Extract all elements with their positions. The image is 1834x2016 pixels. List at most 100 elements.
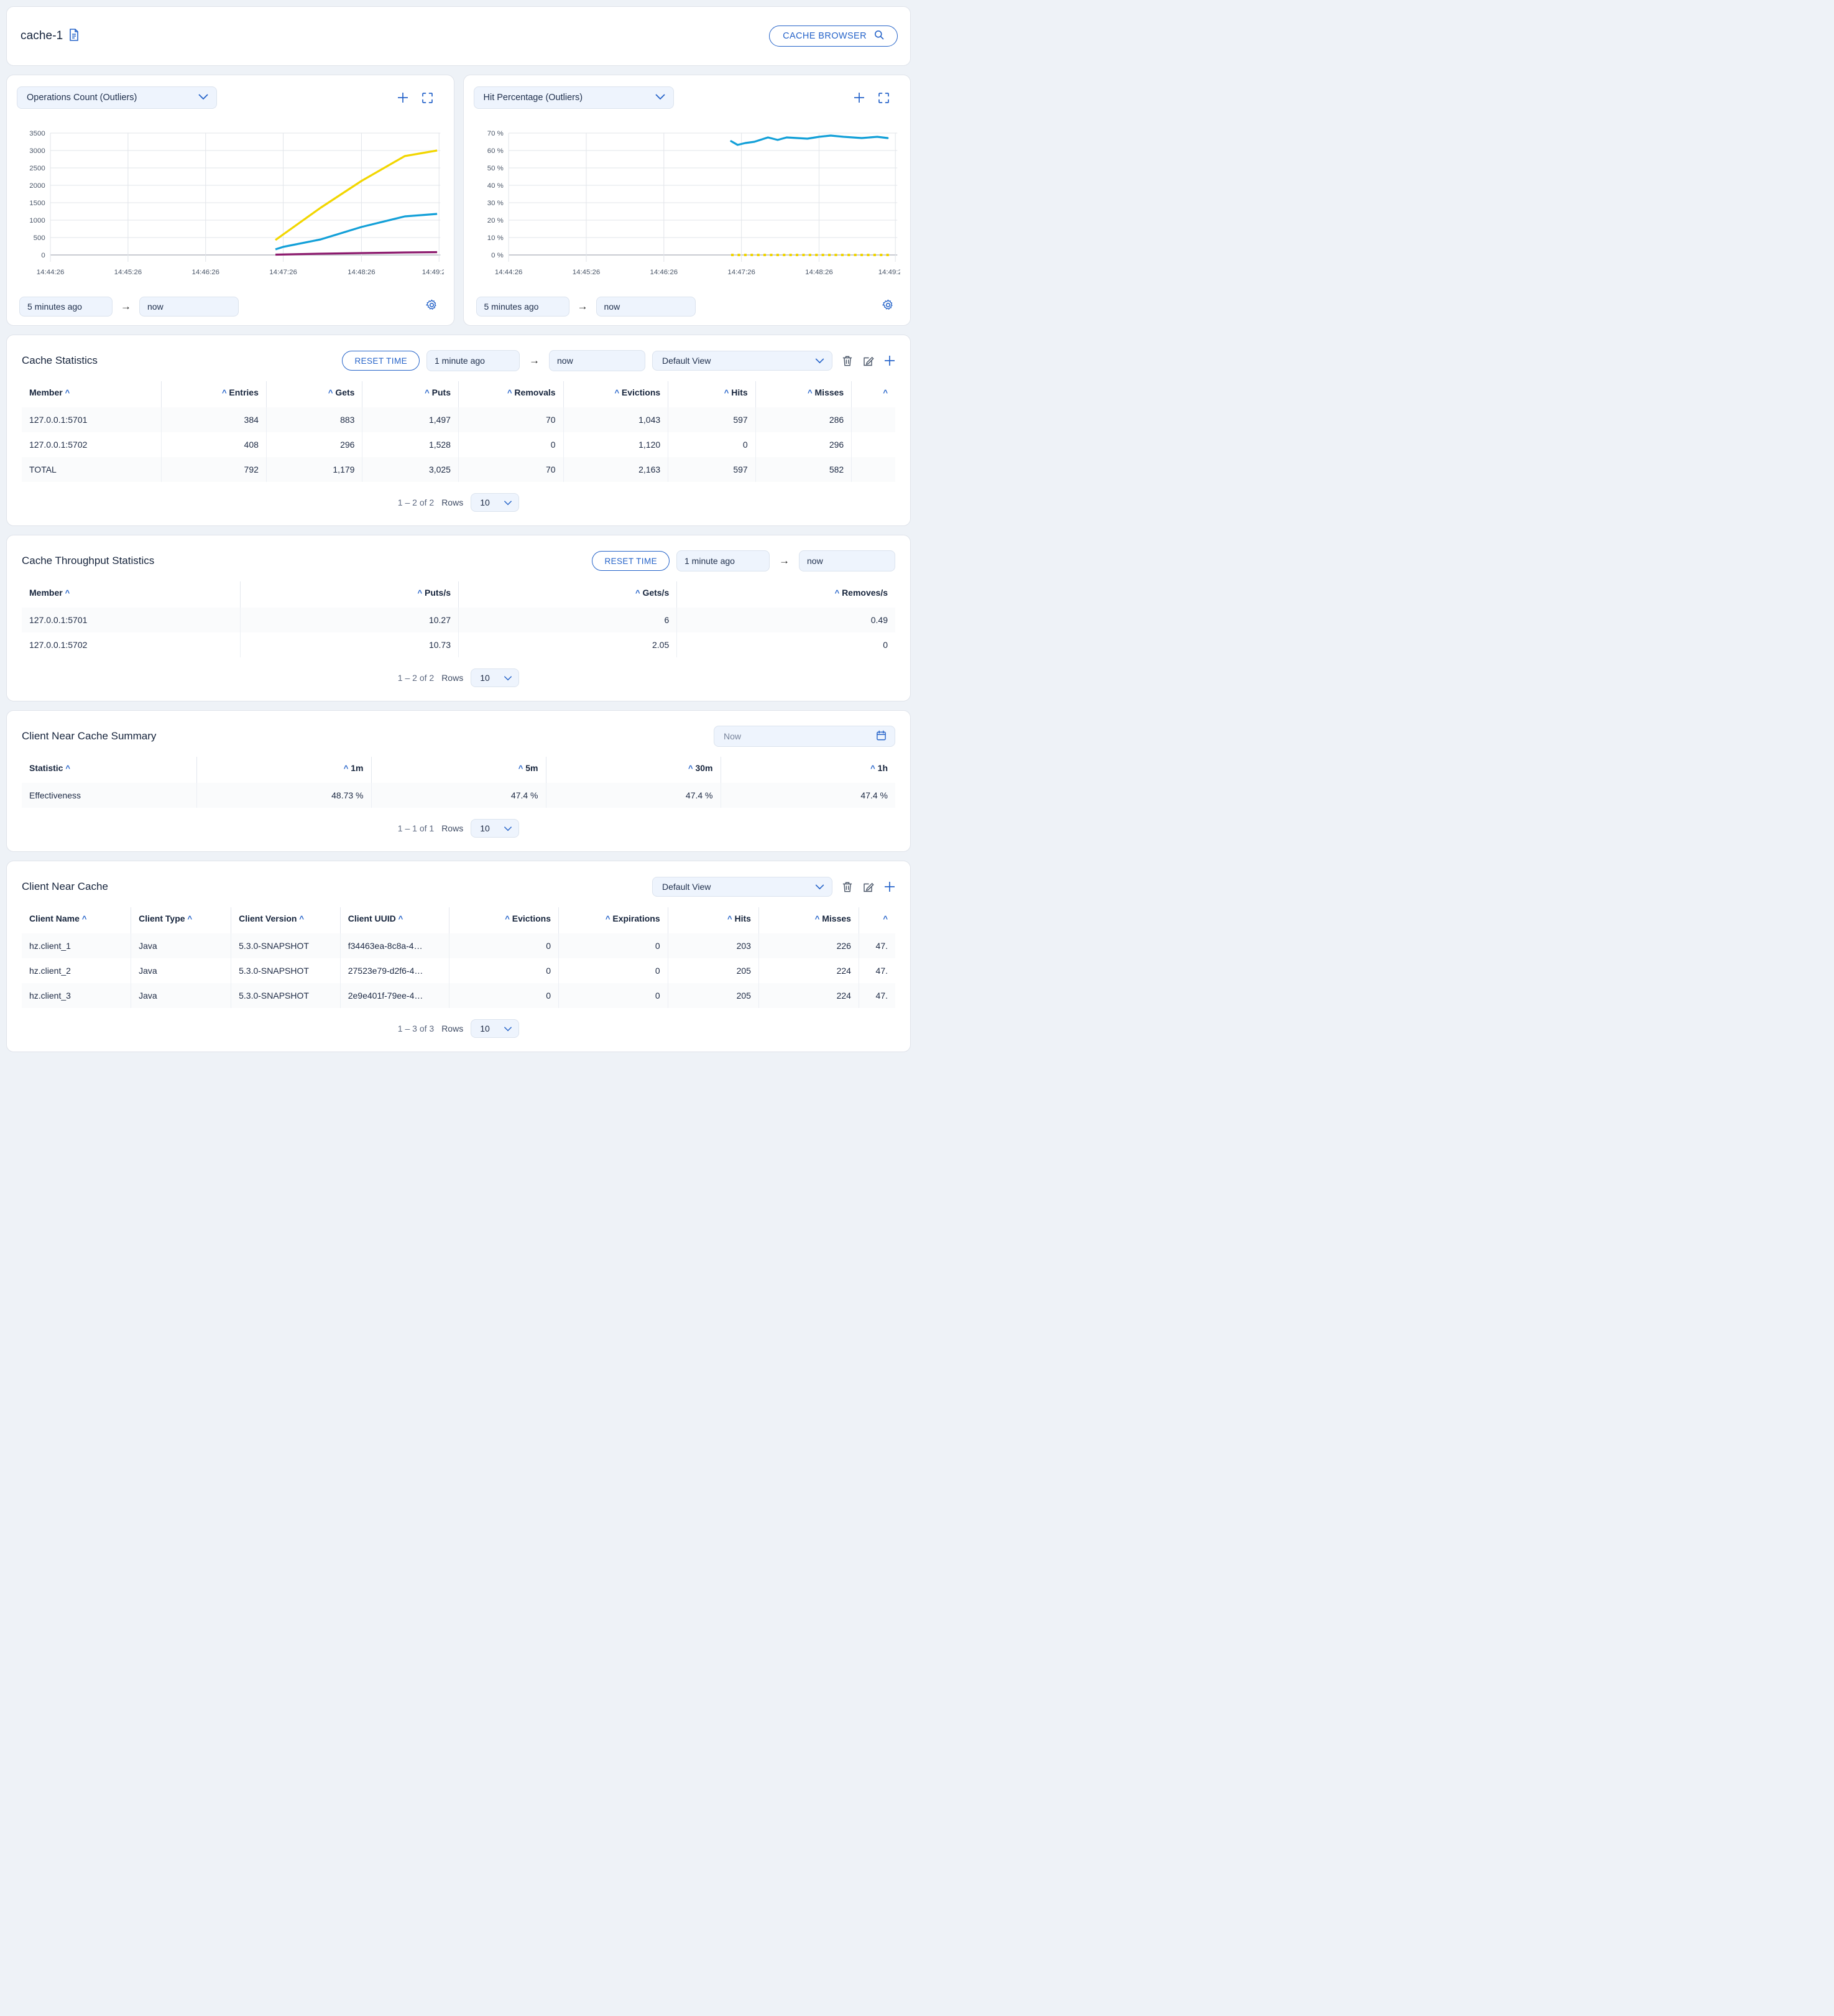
cache-browser-label: CACHE BROWSER <box>783 31 867 41</box>
rows-per-page-select[interactable]: 10 <box>471 819 520 838</box>
cell-evictions: 0 <box>449 983 559 1008</box>
fullscreen-icon[interactable] <box>422 92 433 103</box>
col-header-overflow[interactable]: ^ <box>859 907 895 933</box>
fullscreen-icon[interactable] <box>878 92 889 103</box>
col-header-client-version[interactable]: Client Version ^ <box>231 907 341 933</box>
col-header-member[interactable]: Member ^ <box>22 581 241 608</box>
trash-icon[interactable] <box>842 355 853 367</box>
hit-percentage-chart-card: Hit Percentage (Outliers) 70 % 60 % 50 %… <box>463 75 911 326</box>
cache-browser-button[interactable]: CACHE BROWSER <box>769 25 898 47</box>
document-icon <box>68 28 80 44</box>
cell-puts: 3,025 <box>362 457 459 482</box>
metric-select-hit-percentage[interactable]: Hit Percentage (Outliers) <box>473 86 674 109</box>
time-from-input[interactable]: 1 minute ago <box>676 550 770 571</box>
gear-icon[interactable] <box>882 299 894 314</box>
cell-hits: 205 <box>668 958 759 983</box>
rows-per-page-select[interactable]: 10 <box>471 493 520 512</box>
time-to-input[interactable]: now <box>549 350 645 371</box>
view-select[interactable]: Default View <box>652 351 832 371</box>
col-label: 5m <box>525 763 538 773</box>
col-header-client-uuid[interactable]: Client UUID ^ <box>340 907 450 933</box>
col-header-removals[interactable]: ^ Removals <box>458 381 564 407</box>
sort-asc-icon: ^ <box>328 388 333 397</box>
table-header-row: Client Name ^ Client Type ^ Client Versi… <box>22 907 895 933</box>
rows-per-page-select[interactable]: 10 <box>471 668 520 687</box>
col-label: Client Type <box>139 913 185 923</box>
edit-icon[interactable] <box>863 881 874 893</box>
col-header-expirations[interactable]: ^ Expirations <box>558 907 668 933</box>
trash-icon[interactable] <box>842 881 853 893</box>
col-header-entries[interactable]: ^ Entries <box>161 381 267 407</box>
col-header-hits[interactable]: ^ Hits <box>668 381 756 407</box>
cell-expirations: 0 <box>558 983 668 1008</box>
col-header-5m[interactable]: ^ 5m <box>371 757 546 783</box>
cell-misses: 296 <box>755 432 852 457</box>
sort-asc-icon: ^ <box>605 914 611 923</box>
col-header-gets-per-second[interactable]: ^ Gets/s <box>458 581 678 608</box>
svg-text:14:47:26: 14:47:26 <box>727 269 755 276</box>
col-header-gets[interactable]: ^ Gets <box>266 381 363 407</box>
col-header-statistic[interactable]: Statistic ^ <box>22 757 197 783</box>
reset-time-button[interactable]: RESET TIME <box>342 351 420 371</box>
col-header-client-type[interactable]: Client Type ^ <box>131 907 232 933</box>
col-header-hits[interactable]: ^ Hits <box>668 907 759 933</box>
search-icon <box>874 30 884 42</box>
col-label: Misses <box>814 387 844 397</box>
col-header-misses[interactable]: ^ Misses <box>758 907 859 933</box>
time-to-input[interactable]: now <box>139 297 239 317</box>
time-from-input[interactable]: 1 minute ago <box>426 350 520 371</box>
chevron-down-icon <box>504 497 512 507</box>
cell-member: 127.0.0.1:5701 <box>22 407 162 432</box>
rows-per-page-value: 10 <box>480 1024 490 1033</box>
cell-overflow: 47. <box>875 941 888 951</box>
col-header-30m[interactable]: ^ 30m <box>546 757 721 783</box>
gear-icon[interactable] <box>425 299 438 314</box>
sort-asc-icon: ^ <box>808 388 813 397</box>
cell-evictions: 2,163 <box>563 457 669 482</box>
cell-hits: 597 <box>668 457 756 482</box>
cell-member: 127.0.0.1:5702 <box>22 632 241 657</box>
col-header-client-name[interactable]: Client Name ^ <box>22 907 132 933</box>
time-to-input[interactable]: now <box>799 550 895 571</box>
plus-icon[interactable] <box>884 881 895 892</box>
cell-overflow: 47. <box>875 966 888 976</box>
col-header-puts[interactable]: ^ Puts <box>362 381 459 407</box>
svg-text:20 %: 20 % <box>487 217 503 224</box>
date-picker-input[interactable]: Now <box>714 726 895 747</box>
col-header-1m[interactable]: ^ 1m <box>196 757 372 783</box>
chevron-down-icon <box>504 823 512 833</box>
svg-text:30 %: 30 % <box>487 200 503 207</box>
col-header-evictions[interactable]: ^ Evictions <box>563 381 669 407</box>
pager-rows-label: Rows <box>441 673 464 683</box>
col-header-evictions[interactable]: ^ Evictions <box>449 907 559 933</box>
plus-icon[interactable] <box>884 355 895 366</box>
col-header-misses[interactable]: ^ Misses <box>755 381 852 407</box>
time-from-input[interactable]: 5 minutes ago <box>476 297 569 317</box>
cache-throughput-table: Member ^ ^ Puts/s ^ Gets/s ^ Removes/s 1… <box>22 581 895 657</box>
plus-icon[interactable] <box>397 92 408 103</box>
calendar-icon[interactable] <box>876 730 887 743</box>
time-to-input[interactable]: now <box>596 297 696 317</box>
sort-asc-icon: ^ <box>883 388 888 397</box>
col-header-overflow[interactable]: ^ <box>852 381 895 407</box>
col-label: Expirations <box>612 913 660 923</box>
near-cache-summary-section: Client Near Cache Summary Now Statistic … <box>6 710 911 852</box>
sort-asc-icon: ^ <box>65 764 70 773</box>
rows-per-page-select[interactable]: 10 <box>471 1019 520 1038</box>
reset-time-button[interactable]: RESET TIME <box>592 551 670 571</box>
chart-time-range-left: 5 minutes ago → now <box>17 297 444 317</box>
col-header-member[interactable]: Member ^ <box>22 381 162 407</box>
col-header-1h[interactable]: ^ 1h <box>721 757 895 783</box>
arrow-icon: → <box>577 300 588 312</box>
sort-asc-icon: ^ <box>65 388 70 397</box>
col-header-puts-per-second[interactable]: ^ Puts/s <box>240 581 459 608</box>
svg-text:1000: 1000 <box>29 217 45 224</box>
metric-select-operations[interactable]: Operations Count (Outliers) <box>17 86 217 109</box>
view-select[interactable]: Default View <box>652 877 832 897</box>
plus-icon[interactable] <box>854 92 865 103</box>
svg-text:3000: 3000 <box>29 147 45 155</box>
cell-puts: 1,528 <box>362 432 459 457</box>
edit-icon[interactable] <box>863 355 874 367</box>
time-from-input[interactable]: 5 minutes ago <box>19 297 113 317</box>
col-header-removes-per-second[interactable]: ^ Removes/s <box>677 581 895 608</box>
